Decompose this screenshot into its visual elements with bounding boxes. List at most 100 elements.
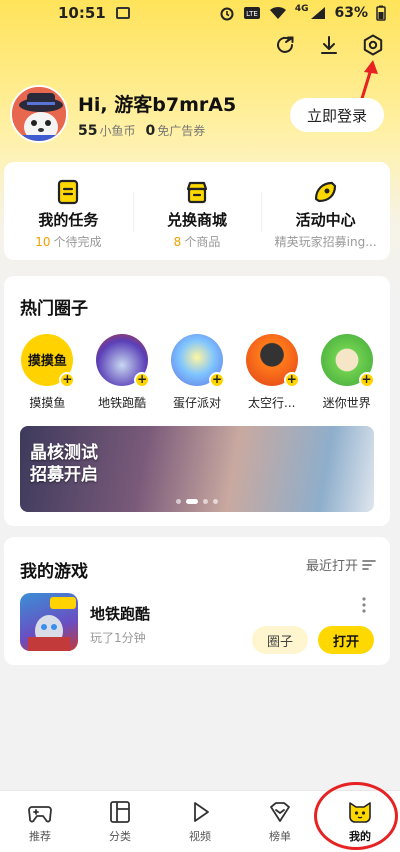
circle-thumb-moyu: 摸摸鱼 + [21,334,76,388]
recent-sort-button[interactable]: 最近打开 [306,555,376,574]
circle-thumb-eggy: + [170,334,225,388]
pagination-dot-active [186,499,198,504]
banner-pagination [176,499,218,504]
hot-circles-title: 热门圈子 [20,299,88,319]
shop-title: 兑换商城 [167,211,228,229]
gallery-notification-icon [115,7,130,19]
adfree-value: 0 [145,123,156,139]
settings-icon [363,34,383,56]
banner-line-1: 晶核测试 [30,443,98,463]
circle-label: 摸摸鱼 [29,396,66,410]
more-icon[interactable] [362,597,366,613]
activity-subtitle: 精英玩家招募ing... [275,233,377,250]
join-plus-icon: + [358,372,375,388]
circle-item[interactable]: + 地铁跑酷 [91,334,153,411]
circle-item[interactable]: 摸摸鱼 + 摸摸鱼 [16,334,78,411]
status-indicators: LTE 4G 63% [219,4,386,21]
shop-icon [186,181,208,204]
nav-video[interactable]: 视频 [160,791,240,852]
refresh-button[interactable] [272,32,298,58]
hot-circles-card: 热门圈子 摸摸鱼 + 摸摸鱼 + 地铁跑酷 + 蛋仔派对 + 太空行... + … [4,276,390,526]
circle-label: 蛋仔派对 [172,396,221,410]
shop-subtitle: 8 个商品 [174,233,221,250]
coins-stat[interactable]: 55 小鱼币 [78,122,136,139]
ranking-icon [270,802,290,822]
nav-label: 分类 [109,830,131,843]
pagination-dot [213,499,218,504]
nav-label: 视频 [189,830,211,843]
banner-line-2: 招募开启 [30,465,98,485]
volte-icon: LTE [243,7,260,19]
join-plus-icon: + [283,372,300,388]
moyu-logo-text: 摸摸鱼 [27,354,67,369]
circle-item[interactable]: + 迷你世界 [316,334,378,411]
circle-label: 太空行... [248,396,296,410]
quick-actions-card: 我的任务 10 个待完成 兑换商城 8 个商品 活动中心 精英玩家招募ing... [4,162,390,260]
annotation-circle [314,782,398,850]
join-plus-icon: + [134,372,151,388]
settings-button[interactable] [360,32,386,58]
play-icon [194,802,209,822]
game-controller-icon [28,806,52,823]
nav-label: 推荐 [29,830,51,843]
download-button[interactable] [316,32,342,58]
circle-item[interactable]: + 蛋仔派对 [166,334,228,411]
circle-label: 地铁跑酷 [98,396,147,410]
login-button[interactable]: 立即登录 [290,98,384,132]
circle-thumb-subway: + [96,334,151,388]
task-count: 10 [35,235,51,249]
circle-list: 摸摸鱼 + 摸摸鱼 + 地铁跑酷 + 蛋仔派对 + 太空行... + 迷你世界 [4,334,390,411]
banner-text: 晶核测试 招募开启 [30,442,98,486]
avatar[interactable] [10,85,68,143]
pagination-dot [176,499,181,504]
circle-item[interactable]: + 太空行... [241,334,303,411]
recent-label: 最近打开 [305,559,358,574]
game-circle-button[interactable]: 圈子 [252,626,308,654]
circle-thumb-space: + [245,334,300,388]
nav-recommend[interactable]: 推荐 [0,791,80,852]
circle-label: 迷你世界 [322,396,371,410]
sort-icon [362,559,376,570]
wifi-icon [269,6,286,19]
adfree-label: 免广告券 [157,124,206,138]
svg-text:LTE: LTE [246,10,258,18]
task-list-icon [58,179,79,205]
battery-percent: 63% [334,5,368,21]
join-plus-icon: + [59,372,76,388]
alarm-icon [220,7,234,21]
my-games-title: 我的游戏 [20,562,88,582]
pagination-dot [203,499,208,504]
status-bar: 10:51 LTE 4G 63% [0,0,400,26]
coins-value: 55 [78,123,98,139]
coins-label: 小鱼币 [99,124,136,138]
network-type: 4G [294,4,309,14]
task-subtitle: 10 个待完成 [35,233,101,250]
activity-title: 活动中心 [295,211,356,229]
refresh-icon [277,36,294,53]
circle-thumb-mini: + [320,334,375,388]
my-games-card: 我的游戏 最近打开 地铁跑酷 玩了1分钟 圈子 打开 [4,537,390,665]
game-icon-subway[interactable] [20,593,78,651]
game-name: 地铁跑酷 [90,605,151,623]
shop-count: 8 [173,235,182,249]
activity-icon [314,181,336,203]
nav-label: 榜单 [269,830,291,843]
promo-banner[interactable]: 晶核测试 招募开启 [20,426,374,512]
game-open-button[interactable]: 打开 [318,626,374,654]
game-playtime: 玩了1分钟 [90,631,146,645]
adfree-stat[interactable]: 0 免广告券 [146,122,206,139]
activity-center-entry[interactable]: 活动中心 精英玩家招募ing... [261,162,390,260]
nav-ranking[interactable]: 榜单 [240,791,320,852]
greeting-text: Hi, 游客b7mrA5 [78,94,237,116]
battery-icon [376,5,386,21]
nav-category[interactable]: 分类 [80,791,160,852]
category-icon [110,801,130,823]
task-title: 我的任务 [38,211,99,229]
download-icon [321,36,337,54]
status-time: 10:51 [58,4,106,22]
task-sub-text: 个待完成 [53,235,102,249]
my-tasks-entry[interactable]: 我的任务 10 个待完成 [4,162,133,260]
shop-entry[interactable]: 兑换商城 8 个商品 [132,162,262,260]
subway-surfers-icon [28,597,76,651]
join-plus-icon: + [208,372,225,388]
